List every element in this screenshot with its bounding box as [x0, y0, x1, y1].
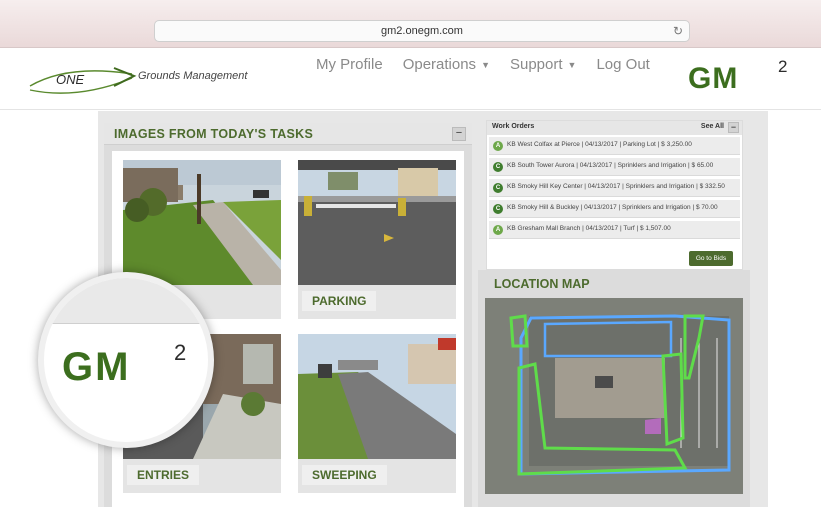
- sweeping-photo: [298, 334, 456, 459]
- nav-label: Log Out: [596, 56, 650, 73]
- logo-word: ONE: [56, 72, 85, 87]
- magnifier-background: [44, 278, 208, 324]
- tile-caption: SWEEPING: [298, 459, 456, 493]
- zoomed-logo-text: GM: [62, 345, 130, 388]
- gm-logo-superscript: 2: [778, 57, 787, 76]
- parking-photo: [298, 160, 456, 285]
- reload-icon[interactable]: ↻: [673, 21, 683, 41]
- gm2-logo[interactable]: GM 2: [686, 56, 798, 95]
- nav-label: My Profile: [316, 56, 383, 73]
- site-header: ONE Grounds Management My Profile Operat…: [0, 48, 821, 110]
- nav-label: Operations: [402, 56, 477, 73]
- nav-log-out[interactable]: Log Out: [596, 56, 649, 73]
- caret-down-icon: ▼: [567, 60, 577, 71]
- tile-caption: ENTRIES: [123, 459, 281, 493]
- task-image-tile[interactable]: PARKING: [298, 160, 456, 319]
- satellite-map[interactable]: [485, 298, 743, 494]
- caret-down-icon: ▼: [481, 60, 490, 71]
- work-order-row[interactable]: C KB Smoky Hill & Buckley | 04/13/2017 |…: [489, 200, 740, 218]
- zoomed-logo-superscript: 2: [174, 340, 186, 365]
- task-image-tile[interactable]: [123, 160, 281, 319]
- screenshot: gm2.onegm.com ↻ ONE Grounds Management M…: [0, 0, 821, 507]
- location-map-title: LOCATION MAP: [494, 277, 590, 291]
- status-badge: C: [493, 204, 503, 214]
- status-badge: C: [493, 162, 503, 172]
- status-badge: C: [493, 183, 503, 193]
- see-all-link[interactable]: See All: [701, 123, 724, 130]
- address-bar[interactable]: gm2.onegm.com ↻: [154, 20, 690, 42]
- nav-operations[interactable]: Operations ▼: [403, 56, 490, 73]
- location-map-panel: LOCATION MAP: [478, 270, 750, 507]
- work-order-text: KB South Tower Aurora | 04/13/2017 | Spr…: [507, 162, 714, 169]
- work-order-text: KB Gresham Mall Branch | 04/13/2017 | Tu…: [507, 225, 671, 232]
- work-order-row[interactable]: C KB Smoky Hill Key Center | 04/13/2017 …: [489, 179, 740, 197]
- work-order-row[interactable]: A KB Gresham Mall Branch | 04/13/2017 | …: [489, 221, 740, 239]
- nav-label: Support: [509, 56, 563, 73]
- work-order-text: KB Smoky Hill & Buckley | 04/13/2017 | S…: [507, 204, 718, 211]
- work-orders-panel: Work Orders See All − A KB West Colfax a…: [486, 120, 743, 270]
- collapse-button[interactable]: −: [452, 127, 466, 141]
- collapse-button[interactable]: −: [728, 122, 739, 133]
- images-panel-title: IMAGES FROM TODAY'S TASKS: [114, 127, 314, 141]
- work-order-text: KB West Colfax at Pierce | 04/13/2017 | …: [507, 141, 692, 148]
- work-orders-header: Work Orders See All −: [487, 121, 742, 135]
- tile-label: SWEEPING: [302, 465, 387, 485]
- status-badge: A: [493, 141, 503, 151]
- status-badge: A: [493, 225, 503, 235]
- tile-caption: PARKING: [298, 285, 456, 319]
- task-image-tile[interactable]: SWEEPING: [298, 334, 456, 493]
- work-order-row[interactable]: C KB South Tower Aurora | 04/13/2017 | S…: [489, 158, 740, 176]
- logo-tagline: Grounds Management: [138, 70, 248, 82]
- work-orders-title: Work Orders: [492, 123, 535, 130]
- tile-label: PARKING: [302, 291, 377, 311]
- browser-toolbar: gm2.onegm.com ↻: [0, 0, 821, 48]
- go-to-bids-button[interactable]: Go to Bids: [689, 251, 733, 266]
- nav-my-profile[interactable]: My Profile: [316, 56, 383, 73]
- landscape-photo: [123, 160, 281, 285]
- gm-logo-text: GM: [688, 62, 738, 92]
- work-order-text: KB Smoky Hill Key Center | 04/13/2017 | …: [507, 183, 725, 190]
- images-panel-header: IMAGES FROM TODAY'S TASKS −: [104, 123, 472, 145]
- one-logo[interactable]: ONE: [28, 60, 138, 96]
- main-nav: My Profile Operations ▼ Support ▼ Log Out: [316, 56, 650, 73]
- nav-support[interactable]: Support ▼: [510, 56, 576, 73]
- work-order-row[interactable]: A KB West Colfax at Pierce | 04/13/2017 …: [489, 137, 740, 155]
- gm2-logo-zoomed: GM 2: [62, 340, 186, 388]
- tile-label: ENTRIES: [127, 465, 200, 485]
- magnifier-callout: GM 2: [38, 272, 214, 448]
- url-text: gm2.onegm.com: [381, 25, 463, 37]
